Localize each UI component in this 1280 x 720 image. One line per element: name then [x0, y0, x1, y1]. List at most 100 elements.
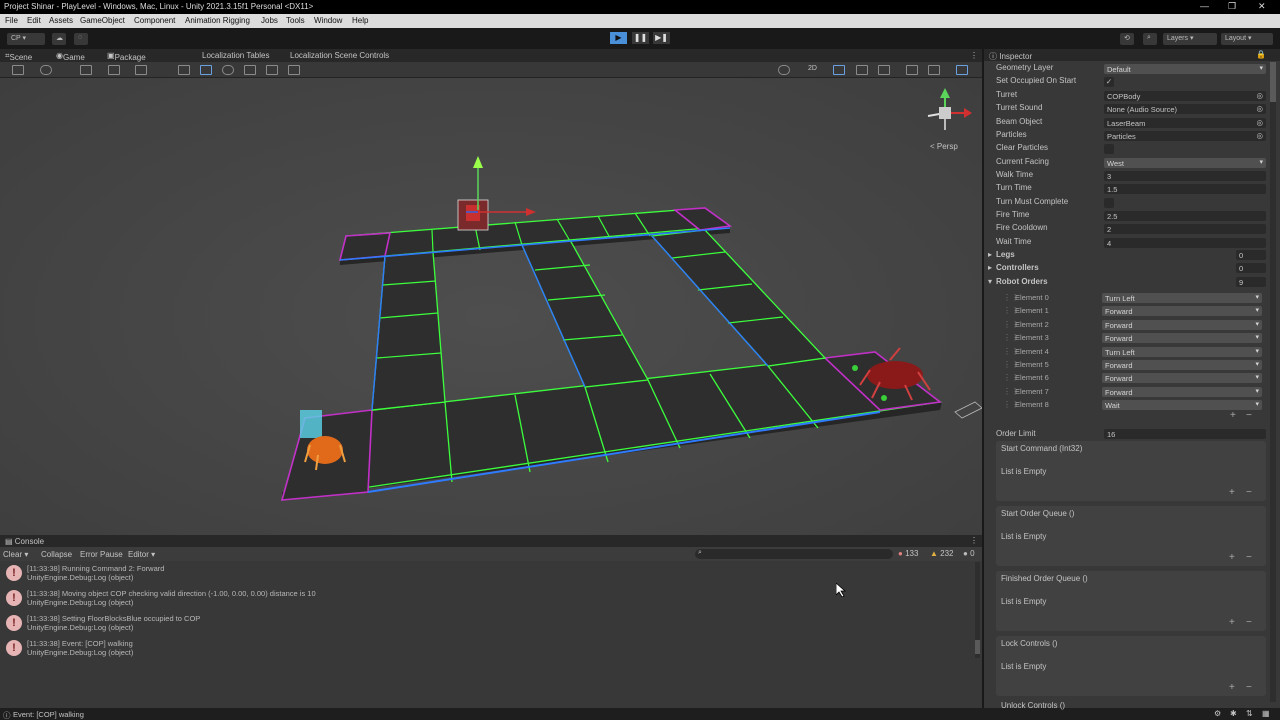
menu-help[interactable]: Help	[352, 16, 368, 25]
prop-dropdown[interactable]: Default	[1104, 64, 1266, 74]
array-size-field[interactable]: 9	[1236, 277, 1266, 287]
error-count[interactable]: ● 133	[898, 549, 918, 558]
lock-icon[interactable]: 🔒	[1256, 50, 1266, 59]
prop-object-field[interactable]: LaserBeam ◎	[1104, 118, 1266, 128]
tab-game[interactable]: ◉ Game	[56, 51, 85, 62]
layout-dropdown[interactable]: Layout ▾	[1221, 33, 1273, 45]
inspector-scrollbar[interactable]	[1270, 62, 1276, 702]
search-icon[interactable]: ⌕	[1143, 33, 1157, 45]
object-picker-icon[interactable]: ◎	[1256, 118, 1263, 127]
gizmos-icon[interactable]	[956, 65, 968, 75]
layers-dropdown[interactable]: Layers ▾	[1163, 33, 1217, 45]
log-entry[interactable]: ! [11:33:38] Setting FloorBlocksBlue occ…	[4, 612, 972, 636]
close-icon[interactable]: ✕	[1258, 1, 1266, 12]
foldout-robot_orders[interactable]: Robot Orders	[996, 277, 1048, 286]
tab-menu-icon[interactable]: ⋮	[970, 51, 978, 60]
status-message[interactable]: Event: [COP] walking	[13, 710, 84, 719]
maximize-icon[interactable]: ❐	[1228, 1, 1236, 12]
array-size-field[interactable]: 0	[1236, 263, 1266, 273]
menu-edit[interactable]: Edit	[27, 16, 41, 25]
notifications-icon[interactable]: ▦	[1262, 709, 1270, 718]
network-icon[interactable]: ⇅	[1246, 709, 1253, 718]
prop-checkbox[interactable]: ✓	[1104, 77, 1114, 87]
menu-animation-rigging[interactable]: Animation Rigging	[185, 16, 250, 25]
scale-tool-icon[interactable]	[244, 65, 256, 75]
console-menu-icon[interactable]: ⋮	[970, 536, 978, 545]
remove-element-button[interactable]: −	[1246, 410, 1252, 421]
element-dropdown[interactable]: Forward	[1102, 333, 1262, 344]
prop-value-field[interactable]: 2	[1104, 224, 1266, 234]
shading-icon[interactable]	[40, 65, 52, 75]
minimize-icon[interactable]: —	[1200, 1, 1209, 11]
mode-2d-button[interactable]: 2D	[808, 65, 817, 72]
error-pause-button[interactable]: Error Pause	[80, 550, 123, 559]
tab-localization-tables[interactable]: Localization Tables	[202, 51, 269, 60]
progress-icon[interactable]: ⚙	[1214, 709, 1221, 718]
prop-value-field[interactable]: 3	[1104, 171, 1266, 181]
pause-button[interactable]: ❚❚	[632, 32, 649, 44]
add-listener-button[interactable]: +	[1229, 552, 1235, 563]
remove-listener-button[interactable]: −	[1246, 617, 1252, 628]
audio-icon[interactable]	[856, 65, 868, 75]
log-entry[interactable]: ! [11:33:38] Moving object COP checking …	[4, 587, 972, 611]
element-dropdown[interactable]: Forward	[1102, 360, 1262, 370]
collapse-button[interactable]: Collapse	[41, 550, 72, 559]
add-listener-button[interactable]: +	[1229, 617, 1235, 628]
render-mode-icon[interactable]	[778, 65, 790, 75]
element-dropdown[interactable]: Forward	[1102, 386, 1262, 397]
rect-tool-icon[interactable]	[266, 65, 278, 75]
grid-icon[interactable]	[80, 65, 92, 75]
tab-localization-scene-controls[interactable]: Localization Scene Controls	[290, 51, 389, 60]
element-dropdown[interactable]: Forward	[1102, 373, 1262, 384]
menu-gameobject[interactable]: GameObject	[80, 16, 125, 25]
object-picker-icon[interactable]: ◎	[1256, 91, 1263, 100]
menu-window[interactable]: Window	[314, 16, 342, 25]
element-dropdown[interactable]: Forward	[1102, 319, 1262, 330]
foldout-controllers[interactable]: Controllers	[996, 263, 1039, 272]
prop-object-field[interactable]: COPBody ◎	[1104, 91, 1266, 101]
element-dropdown[interactable]: Wait	[1102, 400, 1262, 411]
draw-mode-icon[interactable]	[12, 65, 24, 75]
prop-object-field[interactable]: Particles ◎	[1104, 131, 1266, 141]
menu-assets[interactable]: Assets	[49, 16, 73, 25]
scene-viewport[interactable]	[0, 49, 982, 535]
warning-count[interactable]: ▲ 232	[930, 549, 954, 558]
history-icon[interactable]: ⟲	[1120, 33, 1134, 45]
clear-button[interactable]: Clear ▾	[3, 550, 28, 559]
order-limit-field[interactable]: 16	[1104, 429, 1266, 439]
account-dropdown[interactable]: CP ▾	[7, 33, 45, 45]
prop-value-field[interactable]: 4	[1104, 238, 1266, 248]
console-scroll-thumb[interactable]	[975, 640, 980, 654]
tab-scene[interactable]: ⌗ Scene	[5, 51, 32, 62]
info-count[interactable]: ● 0	[963, 549, 975, 558]
array-size-field[interactable]: 0	[1236, 250, 1266, 260]
console-tab[interactable]: ▤ Console	[5, 537, 44, 546]
foldout-arrow-icon[interactable]: ▸	[988, 250, 992, 259]
add-element-button[interactable]: +	[1230, 410, 1236, 421]
foldout-arrow-icon[interactable]: ▸	[988, 263, 992, 272]
play-button[interactable]: ▶	[610, 32, 627, 44]
transform-tool-icon[interactable]	[288, 65, 300, 75]
step-button[interactable]: ▶❚	[653, 32, 670, 44]
rotate-tool-icon[interactable]	[222, 65, 234, 75]
bug-icon[interactable]: ✱	[1230, 709, 1237, 718]
editor-dropdown[interactable]: Editor ▾	[128, 550, 155, 559]
element-dropdown[interactable]: Turn Left	[1102, 293, 1262, 303]
cloud-icon[interactable]: ☁	[52, 33, 66, 45]
tab-package-manager[interactable]: ▣ Package Manager	[107, 51, 146, 71]
element-dropdown[interactable]: Turn Left	[1102, 346, 1262, 357]
console-search-input[interactable]: ⌕	[695, 549, 893, 559]
menu-component[interactable]: Component	[134, 16, 175, 25]
effects-icon[interactable]	[878, 65, 890, 75]
prop-value-field[interactable]: 1.5	[1104, 184, 1266, 194]
hidden-objects-icon[interactable]	[906, 65, 918, 75]
element-dropdown[interactable]: Forward	[1102, 306, 1262, 317]
log-entry[interactable]: ! [11:33:38] Running Command 2: Forward …	[4, 562, 972, 586]
persp-label[interactable]: < Persp	[930, 142, 958, 151]
foldout-arrow-icon[interactable]: ▾	[988, 277, 992, 286]
snap-icon[interactable]	[108, 65, 120, 75]
prop-value-field[interactable]: 2.5	[1104, 211, 1266, 221]
log-entry[interactable]: ! [11:33:38] Event: [COP] walking UnityE…	[4, 637, 972, 661]
scene-view[interactable]: < Persp	[0, 49, 982, 535]
prop-object-field[interactable]: None (Audio Source) ◎	[1104, 104, 1266, 114]
